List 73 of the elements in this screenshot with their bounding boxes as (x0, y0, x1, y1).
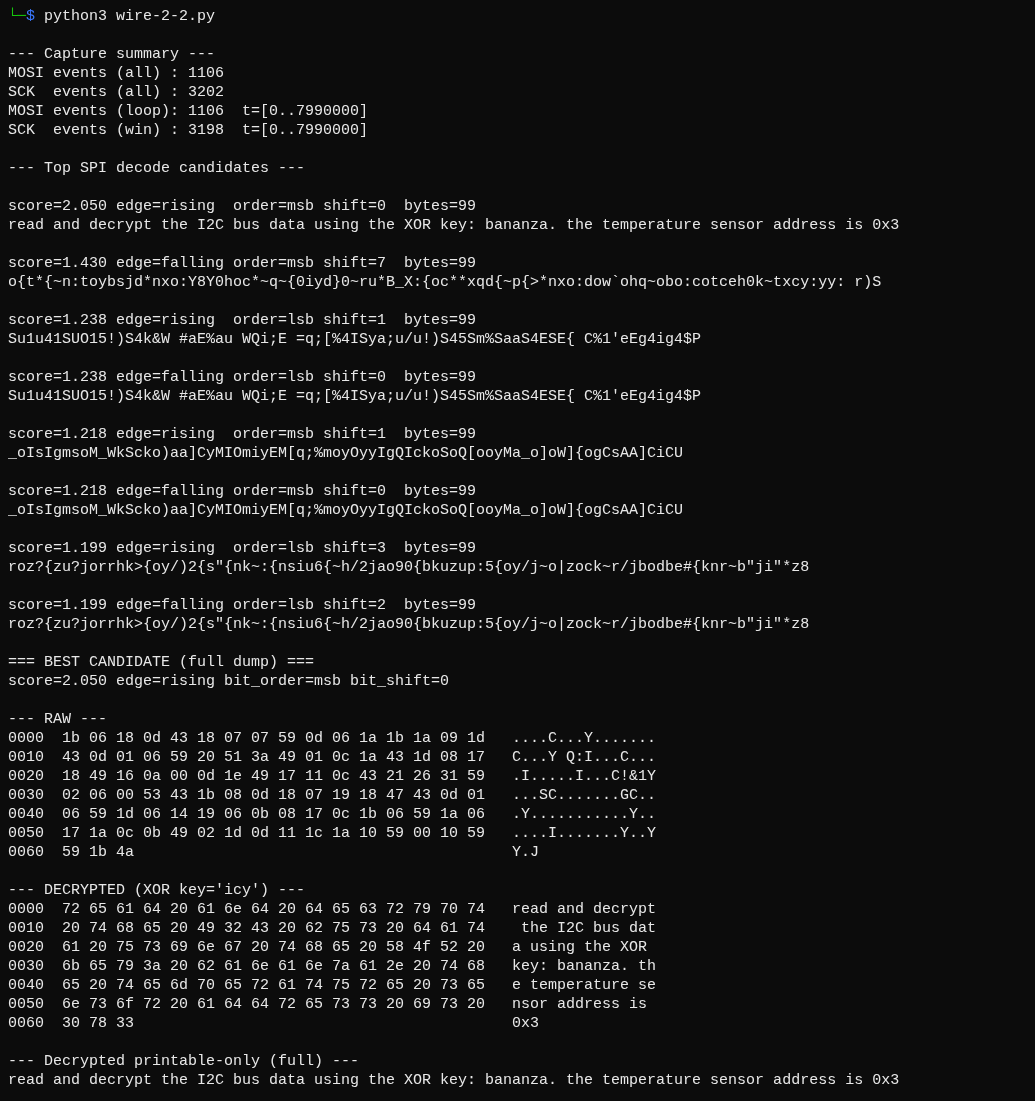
ascii-text: the I2C bus dat (520, 919, 657, 938)
ascii-text: key: bananza. th (512, 957, 657, 976)
ascii-text: 0x3 (512, 1014, 539, 1033)
terminal-line: score=1.238 edge=falling order=lsb shift=0 bytes=99 (8, 368, 478, 387)
hex-bytes: 18 49 16 0a 00 0d 1e 49 17 11 0c 43 21 26 31 59 (62, 767, 487, 786)
terminal-line: o{t*{~n:toybsjd*nxo:Y8Y0hoc*~q~{0iyd}0~ru*B_X:{oc**xqd{~p{>*nxo:dow`ohq~obo:cotceh0k~txcy:yy: r)S (8, 273, 883, 292)
ascii-text: C...Y Q:I...C... (512, 748, 657, 767)
hex-offset: 0040 (8, 976, 45, 995)
terminal-line: read and decrypt the I2C bus data using the XOR key: bananza. the temperature sensor address is 0x3 (8, 1071, 901, 1090)
terminal-line: score=1.199 edge=falling order=lsb shift=2 bytes=99 (8, 596, 478, 615)
ascii-text: nsor address is (512, 995, 649, 1014)
hex-offset: 0050 (8, 824, 45, 843)
hex-offset: 0060 (8, 843, 45, 862)
ascii-text: Y.J (512, 843, 539, 862)
hex-offset: 0020 (8, 767, 45, 786)
hex-bytes: 30 78 33 (62, 1014, 135, 1033)
hex-bytes: 02 06 00 53 43 1b 08 0d 18 07 19 18 47 43 0d 01 (62, 786, 487, 805)
terminal-line: --- Top SPI decode candidates --- (8, 159, 307, 178)
terminal-line: score=2.050 edge=rising bit_order=msb bit_shift=0 (8, 672, 451, 691)
ascii-text: .I.....I...C!&1Y (512, 767, 657, 786)
terminal-line: score=2.050 edge=rising order=msb shift=0 bytes=99 (8, 197, 478, 216)
prompt-corner: └─ (8, 7, 26, 26)
ascii-text: read and decrypt (512, 900, 657, 919)
ascii-text: ....I.......Y..Y (512, 824, 657, 843)
hex-bytes: 72 65 61 64 20 61 6e 64 20 64 65 63 72 79 70 74 (62, 900, 487, 919)
hex-offset: 0010 (8, 748, 45, 767)
hex-offset: 0030 (8, 957, 45, 976)
terminal-line: score=1.218 edge=rising order=msb shift=1 bytes=99 (8, 425, 478, 444)
terminal-line: --- RAW --- (8, 710, 109, 729)
terminal-line: score=1.199 edge=rising order=lsb shift=3 bytes=99 (8, 539, 478, 558)
terminal-line: === BEST CANDIDATE (full dump) === (8, 653, 316, 672)
terminal-line: score=1.218 edge=falling order=msb shift=0 bytes=99 (8, 482, 478, 501)
hex-bytes: 6e 73 6f 72 20 61 64 64 72 65 73 73 20 69 73 20 (62, 995, 487, 1014)
hex-offset: 0050 (8, 995, 45, 1014)
terminal-line: Su1u41SUO15!)S4k&W #aE%au WQi;E =q;[%4ISya;u/u!)S45Sm%SaaS4ESE{ C%1'eEg4ig4$P (8, 330, 703, 349)
hex-bytes: 1b 06 18 0d 43 18 07 07 59 0d 06 1a 1b 1a 09 1d (62, 729, 487, 748)
terminal-line: MOSI events (loop): 1106 t=[0..7990000] (8, 102, 370, 121)
terminal-line: score=1.238 edge=rising order=lsb shift=1 bytes=99 (8, 311, 478, 330)
hex-offset: 0060 (8, 1014, 45, 1033)
terminal-line: --- Capture summary --- (8, 45, 217, 64)
command-text: python3 wire-2-2.py (44, 7, 216, 26)
hex-bytes: 17 1a 0c 0b 49 02 1d 0d 11 1c 1a 10 59 00 10 59 (62, 824, 487, 843)
hex-offset: 0040 (8, 805, 45, 824)
ascii-text: a using the XOR (512, 938, 649, 957)
ascii-text: ...SC.......GC.. (512, 786, 657, 805)
hex-bytes: 6b 65 79 3a 20 62 61 6e 61 6e 7a 61 2e 20 74 68 (62, 957, 487, 976)
hex-offset: 0020 (8, 938, 45, 957)
ascii-text: .Y...........Y.. (512, 805, 657, 824)
hex-offset: 0010 (8, 919, 45, 938)
hex-bytes: 65 20 74 65 6d 70 65 72 61 74 75 72 65 20 73 65 (62, 976, 487, 995)
hex-bytes: 61 20 75 73 69 6e 67 20 74 68 65 20 58 4f 52 20 (62, 938, 487, 957)
terminal-line: Su1u41SUO15!)S4k&W #aE%au WQi;E =q;[%4ISya;u/u!)S45Sm%SaaS4ESE{ C%1'eEg4ig4$P (8, 387, 703, 406)
terminal-line: --- Decrypted printable-only (full) --- (8, 1052, 361, 1071)
terminal-line: score=1.430 edge=falling order=msb shift=7 bytes=99 (8, 254, 478, 273)
hex-bytes: 59 1b 4a (62, 843, 135, 862)
terminal-line: --- DECRYPTED (XOR key='icy') --- (8, 881, 307, 900)
terminal-line: SCK events (all) : 3202 (8, 83, 226, 102)
hex-bytes: 20 74 68 65 20 49 32 43 20 62 75 73 20 64 61 74 (62, 919, 487, 938)
hex-offset: 0000 (8, 900, 45, 919)
terminal-line: _oIsIgmsoM_WkScko)aa]CyMIOmiyEM[q;%moyOyyIgQIckoSoQ[ooyMa_o]oW]{ogCsAA]CiCU (8, 501, 685, 520)
terminal-line: SCK events (win) : 3198 t=[0..7990000] (8, 121, 370, 140)
ascii-text: e temperature se (512, 976, 657, 995)
terminal-line: roz?{zu?jorrhk>{oy/)2{s"{nk~:{nsiu6{~h/2jao90{bkuzup:5{oy/j~o|zock~r/jbodbe#{knr~b"ji"*z8 (8, 615, 811, 634)
hex-bytes: 43 0d 01 06 59 20 51 3a 49 01 0c 1a 43 1d 08 17 (62, 748, 487, 767)
hex-bytes: 06 59 1d 06 14 19 06 0b 08 17 0c 1b 06 59 1a 06 (62, 805, 487, 824)
terminal-line: MOSI events (all) : 1106 (8, 64, 226, 83)
prompt-symbol: $ (26, 8, 36, 26)
terminal-line: read and decrypt the I2C bus data using the XOR key: bananza. the temperature sensor address is 0x3 (8, 216, 901, 235)
terminal-line: roz?{zu?jorrhk>{oy/)2{s"{nk~:{nsiu6{~h/2jao90{bkuzup:5{oy/j~o|zock~r/jbodbe#{knr~b"ji"*z8 (8, 558, 811, 577)
hex-offset: 0000 (8, 729, 45, 748)
terminal-line: _oIsIgmsoM_WkScko)aa]CyMIOmiyEM[q;%moyOyyIgQIckoSoQ[ooyMa_o]oW]{ogCsAA]CiCU (8, 444, 685, 463)
hex-offset: 0030 (8, 786, 45, 805)
ascii-text: ....C...Y....... (512, 729, 657, 748)
